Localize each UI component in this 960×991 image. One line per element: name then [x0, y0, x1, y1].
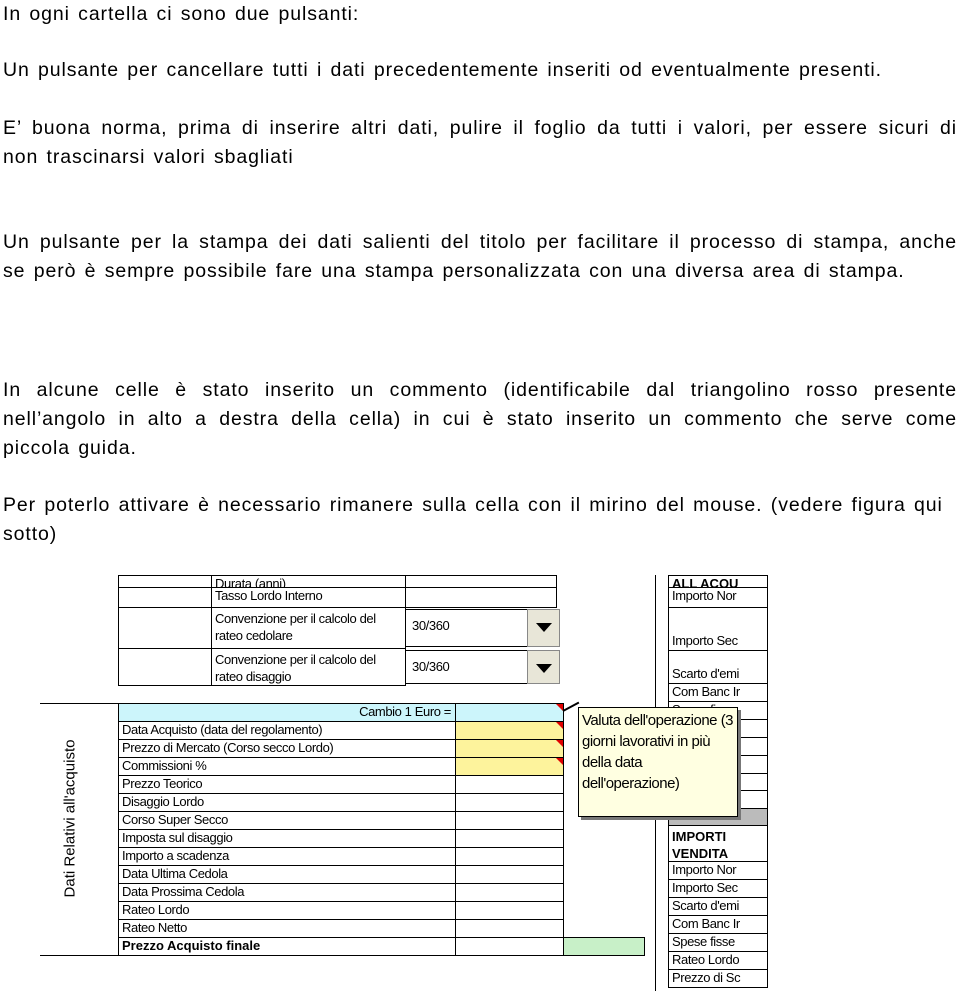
row-value-cell[interactable]	[455, 721, 564, 740]
comment-arrow	[562, 701, 580, 712]
comment-marker-icon	[556, 722, 563, 729]
comment-marker-icon	[556, 740, 563, 747]
row-value-cell[interactable]	[455, 793, 564, 812]
chevron-down-icon[interactable]	[527, 650, 560, 684]
row-label: Data Ultima Cedola	[118, 865, 456, 884]
row-label: Cambio 1 Euro =	[118, 703, 456, 722]
paragraph-activate: Per poterlo attivare è necessario rimane…	[3, 494, 943, 545]
right-row: IMPORTI VENDITA	[668, 825, 768, 862]
row-label: Prezzo Acquisto finale	[118, 937, 456, 956]
right-row: Scarto d'emi	[668, 897, 768, 916]
row-value-cell[interactable]	[455, 811, 564, 830]
right-row: Importo Nor	[668, 587, 768, 608]
row-value-cell[interactable]	[455, 775, 564, 794]
blank-cell	[118, 587, 212, 608]
row-label: Rateo Lordo	[118, 901, 456, 920]
row-value-cell[interactable]	[455, 847, 564, 866]
convention-dropdown[interactable]: 30/360	[405, 609, 527, 647]
right-row: Scarto d'emi	[668, 650, 768, 684]
row-label: Prezzo di Mercato (Corso secco Lordo)	[118, 739, 456, 758]
comment-marker-icon	[556, 758, 563, 765]
right-row: Com Banc Ir	[668, 915, 768, 934]
paragraph-advice: E’ buona norma, prima di inserire altri …	[3, 117, 957, 168]
top-row-label: Convenzione per il calcolo del rateo ced…	[211, 607, 406, 649]
row-value-cell[interactable]	[455, 703, 564, 722]
row-value-cell[interactable]	[455, 883, 564, 902]
paragraph-clear-button: Un pulsante per cancellare tutti i dati …	[3, 59, 882, 81]
right-row: Importo Sec	[668, 607, 768, 651]
row-label: Disaggio Lordo	[118, 793, 456, 812]
row-label: Corso Super Secco	[118, 811, 456, 830]
side-label-cell	[40, 703, 119, 956]
row-label: Prezzo Teorico	[118, 775, 456, 794]
right-row: Importo Sec	[668, 879, 768, 898]
row-label: Data Prossima Cedola	[118, 883, 456, 902]
row-label: Importo a scadenza	[118, 847, 456, 866]
convention-dropdown[interactable]: 30/360	[405, 650, 527, 684]
row-label: Data Acquisto (data del regolamento)	[118, 721, 456, 740]
comment-tooltip: Valuta dell'operazione (3 giorni lavorat…	[578, 707, 738, 817]
row-label: Imposta sul disaggio	[118, 829, 456, 848]
row-value-cell[interactable]	[455, 829, 564, 848]
vertical-label: Dati Relativi all'acquisto	[61, 739, 79, 898]
row-value-cell[interactable]	[455, 865, 564, 884]
final-price-cell	[563, 937, 645, 956]
paragraph-print-button: Un pulsante per la stampa dei dati salie…	[3, 231, 957, 282]
blank-cell	[118, 648, 212, 686]
row-label: Rateo Netto	[118, 919, 456, 938]
paragraph-comments: In alcune celle è stato inserito un comm…	[3, 379, 957, 459]
right-row: Rateo Lordo	[668, 951, 768, 970]
row-value-cell[interactable]	[455, 739, 564, 758]
paragraph-intro: In ogni cartella ci sono due pulsanti:	[3, 3, 360, 25]
right-row: Prezzo di Sc	[668, 969, 768, 988]
top-row-value	[405, 587, 557, 608]
chevron-down-icon[interactable]	[527, 609, 560, 647]
top-row-label: Convenzione per il calcolo del rateo dis…	[211, 648, 406, 686]
row-value-cell[interactable]	[455, 901, 564, 920]
right-row: Spese fisse	[668, 933, 768, 952]
blank-cell	[118, 607, 212, 649]
row-value-cell[interactable]	[455, 757, 564, 776]
row-value-cell[interactable]	[455, 937, 564, 956]
right-row: Com Banc Ir	[668, 683, 768, 702]
right-row: Importo Nor	[668, 861, 768, 880]
row-label: Commissioni %	[118, 757, 456, 776]
row-value-cell[interactable]	[455, 919, 564, 938]
